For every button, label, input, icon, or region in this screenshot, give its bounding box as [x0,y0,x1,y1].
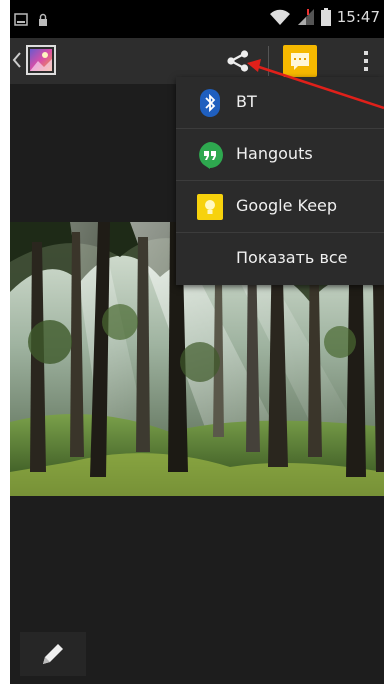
message-icon [283,45,317,77]
share-menu-label: Google Keep [236,196,338,215]
share-button[interactable] [216,42,260,80]
share-menu-label: BT [236,92,257,111]
phone-frame: 15:47 BT Hangouts Google Keep Показать в… [0,0,384,684]
hangouts-icon [199,142,223,169]
pencil-icon [43,644,63,664]
overflow-menu-button[interactable] [354,42,378,80]
share-menu-item-show-all[interactable]: Показать все [176,233,384,284]
status-time: 15:47 [336,8,380,26]
share-menu-item-google-keep[interactable]: Google Keep [176,181,384,233]
google-keep-icon [197,194,223,220]
signal-icon [297,9,314,25]
screenshot-notification-icon [14,13,28,26]
more-vert-icon [364,51,368,71]
back-chevron-icon[interactable] [12,50,22,70]
battery-icon [320,8,331,26]
status-bar: 15:47 [10,0,384,38]
wifi-icon [269,9,290,25]
share-icon [227,50,249,72]
status-system-icons: 15:47 [269,8,380,26]
bluetooth-icon [200,89,220,117]
status-notifications [14,12,54,31]
action-divider [268,46,269,76]
share-menu-label: Hangouts [236,144,313,163]
share-menu: BT Hangouts Google Keep Показать все [176,77,384,285]
share-menu-label: Показать все [236,248,348,267]
share-menu-item-bt[interactable]: BT [176,77,384,129]
message-share-button[interactable] [278,42,322,80]
gallery-app-icon[interactable] [26,45,56,75]
gallery-screen: 15:47 BT Hangouts Google Keep Показать в… [10,0,384,684]
lock-icon [39,13,47,26]
edit-button[interactable] [20,632,86,676]
share-menu-item-hangouts[interactable]: Hangouts [176,129,384,181]
